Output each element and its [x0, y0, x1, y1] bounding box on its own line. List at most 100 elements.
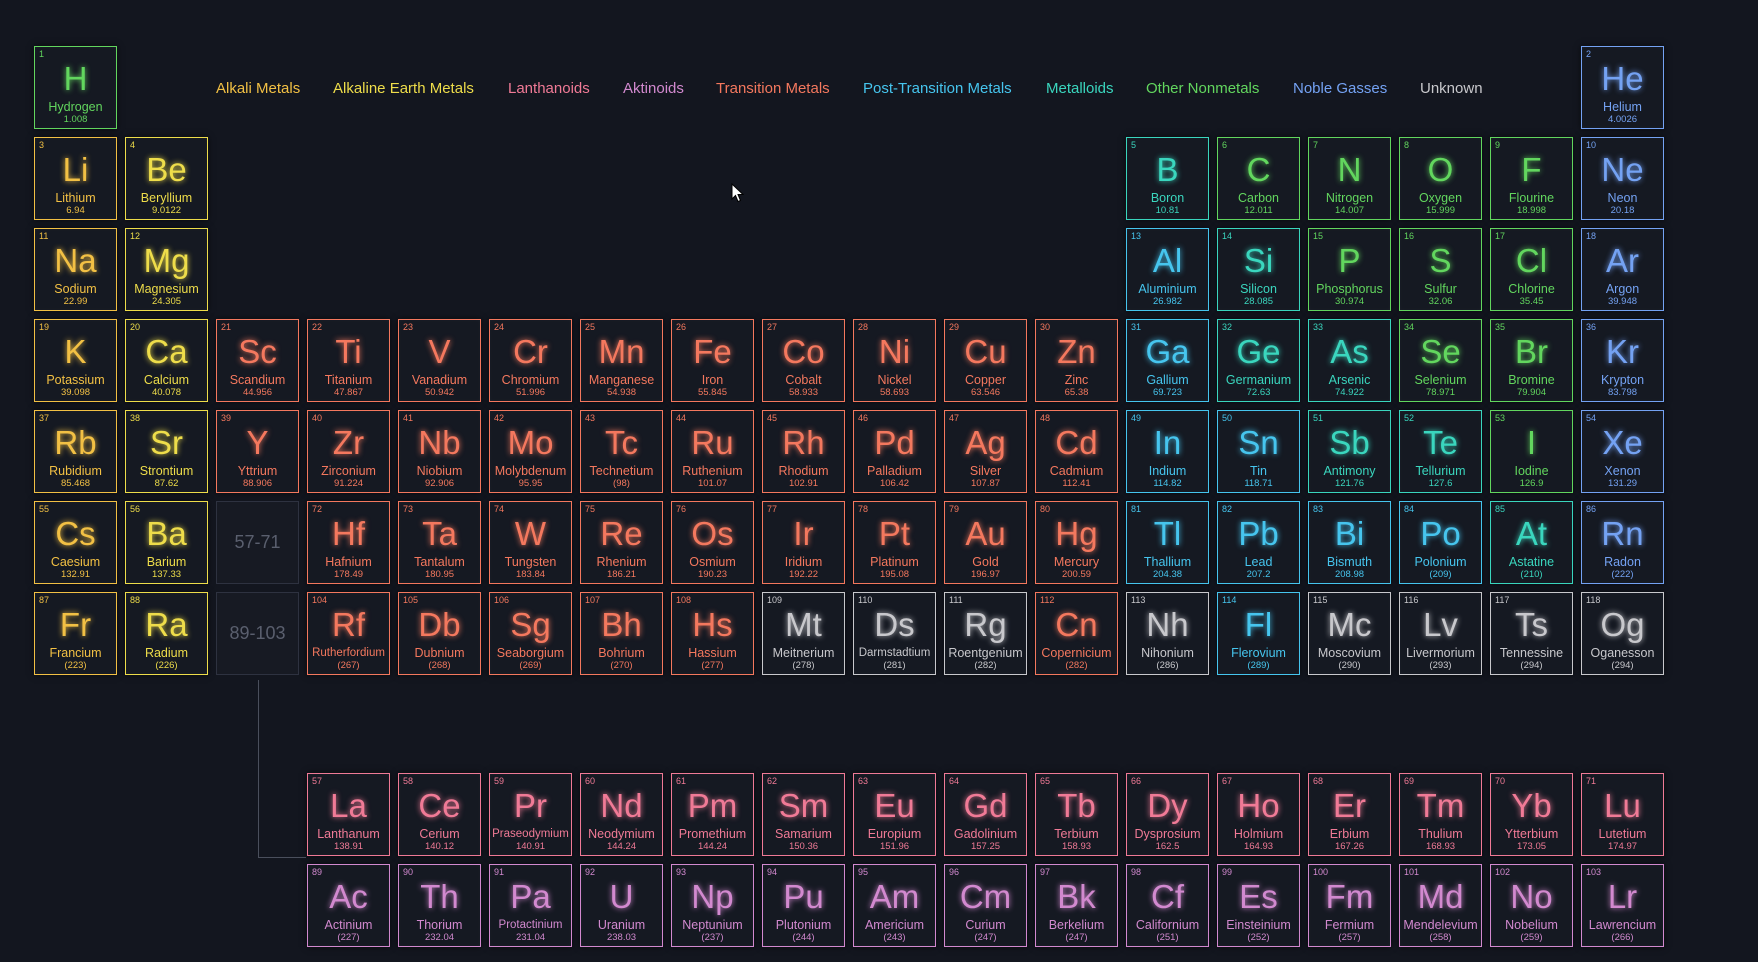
element-cell-dubnium[interactable]: 105 Db Dubnium (268): [398, 592, 481, 675]
element-cell-hassium[interactable]: 108 Hs Hassium (277): [671, 592, 754, 675]
element-cell-krypton[interactable]: 36 Kr Krypton 83.798: [1581, 319, 1664, 402]
element-cell-calcium[interactable]: 20 Ca Calcium 40.078: [125, 319, 208, 402]
element-cell-bismuth[interactable]: 83 Bi Bismuth 208.98: [1308, 501, 1391, 584]
element-cell-oganesson[interactable]: 118 Og Oganesson (294): [1581, 592, 1664, 675]
element-cell-plutonium[interactable]: 94 Pu Plutonium (244): [762, 864, 845, 947]
element-cell-thallium[interactable]: 81 Tl Thallium 204.38: [1126, 501, 1209, 584]
legend-item-lanthanoid[interactable]: Lanthanoids: [508, 80, 590, 97]
element-cell-hafnium[interactable]: 72 Hf Hafnium 178.49: [307, 501, 390, 584]
element-cell-molybdenum[interactable]: 42 Mo Molybdenum 95.95: [489, 410, 572, 493]
element-cell-iron[interactable]: 26 Fe Iron 55.845: [671, 319, 754, 402]
element-cell-mercury[interactable]: 80 Hg Mercury 200.59: [1035, 501, 1118, 584]
element-cell-manganese[interactable]: 25 Mn Manganese 54.938: [580, 319, 663, 402]
element-cell-beryllium[interactable]: 4 Be Beryllium 9.0122: [125, 137, 208, 220]
lanthanoid-range-placeholder[interactable]: 57-71: [216, 501, 299, 584]
element-cell-tungsten[interactable]: 74 W Tungsten 183.84: [489, 501, 572, 584]
element-cell-moscovium[interactable]: 115 Mc Moscovium (290): [1308, 592, 1391, 675]
element-cell-lutetium[interactable]: 71 Lu Lutetium 174.97: [1581, 773, 1664, 856]
element-cell-lead[interactable]: 82 Pb Lead 207.2: [1217, 501, 1300, 584]
element-cell-terbium[interactable]: 65 Tb Terbium 158.93: [1035, 773, 1118, 856]
legend-item-transition[interactable]: Transition Metals: [716, 80, 830, 97]
element-cell-scandium[interactable]: 21 Sc Scandium 44.956: [216, 319, 299, 402]
element-cell-iridium[interactable]: 77 Ir Iridium 192.22: [762, 501, 845, 584]
element-cell-europium[interactable]: 63 Eu Europium 151.96: [853, 773, 936, 856]
element-cell-selenium[interactable]: 34 Se Selenium 78.971: [1399, 319, 1482, 402]
element-cell-technetium[interactable]: 43 Tc Technetium (98): [580, 410, 663, 493]
element-cell-lawrencium[interactable]: 103 Lr Lawrencium (266): [1581, 864, 1664, 947]
element-cell-dysprosium[interactable]: 66 Dy Dysprosium 162.5: [1126, 773, 1209, 856]
element-cell-nitrogen[interactable]: 7 N Nitrogen 14.007: [1308, 137, 1391, 220]
element-cell-strontium[interactable]: 38 Sr Strontium 87.62: [125, 410, 208, 493]
element-cell-tellurium[interactable]: 52 Te Tellurium 127.6: [1399, 410, 1482, 493]
element-cell-caesium[interactable]: 55 Cs Caesium 132.91: [34, 501, 117, 584]
element-cell-neon[interactable]: 10 Ne Neon 20.18: [1581, 137, 1664, 220]
legend-item-nonmetal[interactable]: Other Nonmetals: [1146, 80, 1259, 97]
element-cell-chromium[interactable]: 24 Cr Chromium 51.996: [489, 319, 572, 402]
element-cell-nobelium[interactable]: 102 No Nobelium (259): [1490, 864, 1573, 947]
element-cell-indium[interactable]: 49 In Indium 114.82: [1126, 410, 1209, 493]
element-cell-cobalt[interactable]: 27 Co Cobalt 58.933: [762, 319, 845, 402]
element-cell-nickel[interactable]: 28 Ni Nickel 58.693: [853, 319, 936, 402]
element-cell-sodium[interactable]: 11 Na Sodium 22.99: [34, 228, 117, 311]
element-cell-darmstadtium[interactable]: 110 Ds Darmstadtium (281): [853, 592, 936, 675]
element-cell-americium[interactable]: 95 Am Americium (243): [853, 864, 936, 947]
element-cell-copernicium[interactable]: 112 Cn Copernicium (282): [1035, 592, 1118, 675]
element-cell-tin[interactable]: 50 Sn Tin 118.71: [1217, 410, 1300, 493]
legend-item-noble[interactable]: Noble Gasses: [1293, 80, 1387, 97]
element-cell-rhodium[interactable]: 45 Rh Rhodium 102.91: [762, 410, 845, 493]
element-cell-barium[interactable]: 56 Ba Barium 137.33: [125, 501, 208, 584]
element-cell-polonium[interactable]: 84 Po Polonium (209): [1399, 501, 1482, 584]
element-cell-yttrium[interactable]: 39 Y Yttrium 88.906: [216, 410, 299, 493]
element-cell-hydrogen[interactable]: 1 H Hydrogen 1.008: [34, 46, 117, 129]
element-cell-tantalum[interactable]: 73 Ta Tantalum 180.95: [398, 501, 481, 584]
element-cell-neodymium[interactable]: 60 Nd Neodymium 144.24: [580, 773, 663, 856]
element-cell-lanthanum[interactable]: 57 La Lanthanum 138.91: [307, 773, 390, 856]
element-cell-flourine[interactable]: 9 F Flourine 18.998: [1490, 137, 1573, 220]
element-cell-bromine[interactable]: 35 Br Bromine 79.904: [1490, 319, 1573, 402]
element-cell-thorium[interactable]: 90 Th Thorium 232.04: [398, 864, 481, 947]
element-cell-praseodymium[interactable]: 59 Pr Praseodymium 140.91: [489, 773, 572, 856]
element-cell-osmium[interactable]: 76 Os Osmium 190.23: [671, 501, 754, 584]
element-cell-meitnerium[interactable]: 109 Mt Meitnerium (278): [762, 592, 845, 675]
element-cell-gadolinium[interactable]: 64 Gd Gadolinium 157.25: [944, 773, 1027, 856]
element-cell-rubidium[interactable]: 37 Rb Rubidium 85.468: [34, 410, 117, 493]
element-cell-radium[interactable]: 88 Ra Radium (226): [125, 592, 208, 675]
element-cell-bohrium[interactable]: 107 Bh Bohrium (270): [580, 592, 663, 675]
legend-item-unknown[interactable]: Unknown: [1420, 80, 1483, 97]
element-cell-protactinium[interactable]: 91 Pa Protactinium 231.04: [489, 864, 572, 947]
element-cell-astatine[interactable]: 85 At Astatine (210): [1490, 501, 1573, 584]
element-cell-ruthenium[interactable]: 44 Ru Ruthenium 101.07: [671, 410, 754, 493]
element-cell-fermium[interactable]: 100 Fm Fermium (257): [1308, 864, 1391, 947]
element-cell-carbon[interactable]: 6 C Carbon 12.011: [1217, 137, 1300, 220]
legend-item-alkali[interactable]: Alkali Metals: [216, 80, 300, 97]
element-cell-uranium[interactable]: 92 U Uranium 238.03: [580, 864, 663, 947]
element-cell-vanadium[interactable]: 23 V Vanadium 50.942: [398, 319, 481, 402]
element-cell-oxygen[interactable]: 8 O Oxygen 15.999: [1399, 137, 1482, 220]
element-cell-chlorine[interactable]: 17 Cl Chlorine 35.45: [1490, 228, 1573, 311]
legend-item-alkaline[interactable]: Alkaline Earth Metals: [333, 80, 474, 97]
element-cell-antimony[interactable]: 51 Sb Antimony 121.76: [1308, 410, 1391, 493]
legend-item-metalloid[interactable]: Metalloids: [1046, 80, 1114, 97]
legend-item-post[interactable]: Post-Transition Metals: [863, 80, 1012, 97]
element-cell-rutherfordium[interactable]: 104 Rf Rutherfordium (267): [307, 592, 390, 675]
element-cell-xenon[interactable]: 54 Xe Xenon 131.29: [1581, 410, 1664, 493]
element-cell-gallium[interactable]: 31 Ga Gallium 69.723: [1126, 319, 1209, 402]
element-cell-zirconium[interactable]: 40 Zr Zirconium 91.224: [307, 410, 390, 493]
element-cell-lithium[interactable]: 3 Li Lithium 6.94: [34, 137, 117, 220]
element-cell-sulfur[interactable]: 16 S Sulfur 32.06: [1399, 228, 1482, 311]
element-cell-titanium[interactable]: 22 Ti Titanium 47.867: [307, 319, 390, 402]
element-cell-phosphorus[interactable]: 15 P Phosphorus 30.974: [1308, 228, 1391, 311]
element-cell-nihonium[interactable]: 113 Nh Nihonium (286): [1126, 592, 1209, 675]
element-cell-potassium[interactable]: 19 K Potassium 39.098: [34, 319, 117, 402]
element-cell-promethium[interactable]: 61 Pm Promethium 144.24: [671, 773, 754, 856]
element-cell-gold[interactable]: 79 Au Gold 196.97: [944, 501, 1027, 584]
element-cell-silver[interactable]: 47 Ag Silver 107.87: [944, 410, 1027, 493]
element-cell-curium[interactable]: 96 Cm Curium (247): [944, 864, 1027, 947]
element-cell-actinium[interactable]: 89 Ac Actinium (227): [307, 864, 390, 947]
element-cell-aluminium[interactable]: 13 Al Aluminium 26.982: [1126, 228, 1209, 311]
element-cell-iodine[interactable]: 53 I Iodine 126.9: [1490, 410, 1573, 493]
element-cell-californium[interactable]: 98 Cf Californium (251): [1126, 864, 1209, 947]
element-cell-ytterbium[interactable]: 70 Yb Ytterbium 173.05: [1490, 773, 1573, 856]
element-cell-magnesium[interactable]: 12 Mg Magnesium 24.305: [125, 228, 208, 311]
element-cell-francium[interactable]: 87 Fr Francium (223): [34, 592, 117, 675]
